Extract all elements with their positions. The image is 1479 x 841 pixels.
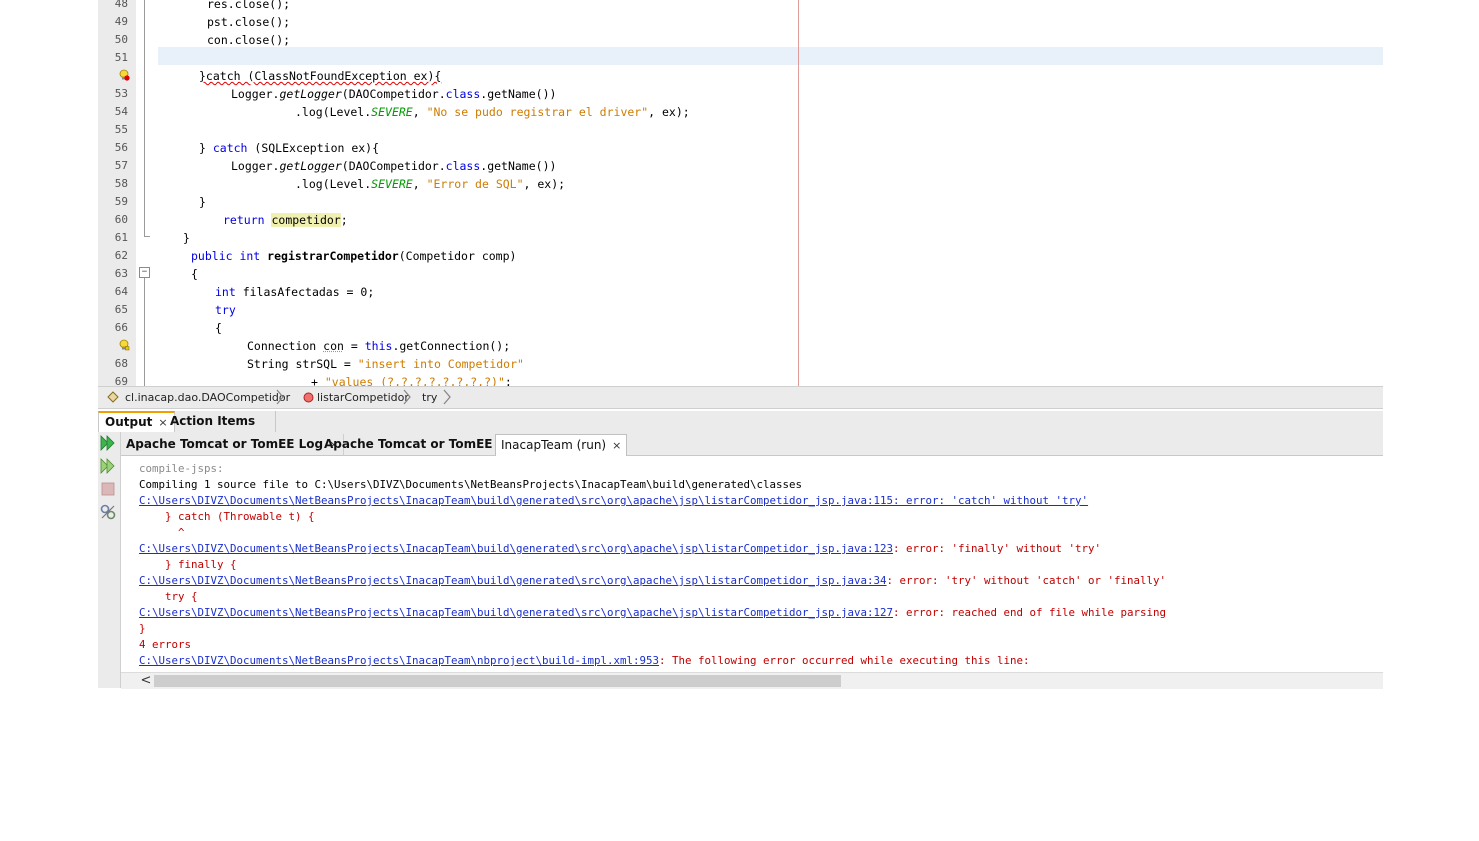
tab-inacapteam-run[interactable]: InacapTeam (run) × <box>495 434 628 456</box>
console-line: } <box>139 622 146 635</box>
scroll-left-icon[interactable]: < <box>139 673 153 689</box>
line-number: 60 <box>114 213 128 226</box>
line-number: 48 <box>114 0 128 10</box>
line-number: 63 <box>114 267 128 280</box>
breadcrumb-item-try[interactable]: try <box>422 390 437 405</box>
panel-tab-bar: Output × Action Items <box>98 411 1383 434</box>
fold-toggle[interactable]: − <box>139 267 150 278</box>
code-line: Connection con = this.getConnection(); <box>247 339 511 353</box>
error-link[interactable]: C:\Users\DIVZ\Documents\NetBeansProjects… <box>139 542 893 555</box>
horizontal-scrollbar[interactable]: < <box>121 672 1383 689</box>
line-number: 64 <box>114 285 128 298</box>
rerun-icon[interactable] <box>99 434 117 452</box>
fold-column <box>136 0 156 386</box>
tab-action-items[interactable]: Action Items <box>164 411 277 432</box>
rerun-with-args-icon[interactable] <box>99 457 117 475</box>
code-line-error: }catch (ClassNotFoundException ex){ <box>199 69 442 83</box>
tab-tomcat-log[interactable]: Apache Tomcat or TomEE Log × <box>121 434 345 455</box>
line-number: 62 <box>114 249 128 262</box>
navigation-breadcrumb: cl.inacap.dao.DAOCompetidor listarCompet… <box>98 386 1383 409</box>
current-line-highlight <box>158 47 1383 65</box>
output-tab-bar: Apache Tomcat or TomEE Log × Apache Tomca… <box>121 432 1383 456</box>
line-number: 51 <box>114 51 128 64</box>
code-line: public int registrarCompetidor(Competido… <box>191 249 517 263</box>
console-line: 4 errors <box>139 638 192 651</box>
code-line: .log(Level.SEVERE, "No se pudo registrar… <box>295 105 690 119</box>
error-link[interactable]: C:\Users\DIVZ\Documents\NetBeansProjects… <box>139 493 1088 509</box>
console-line: } finally { <box>139 558 237 571</box>
right-margin-guide <box>798 0 799 386</box>
code-line: { <box>191 267 198 281</box>
code-line: .log(Level.SEVERE, "Error de SQL", ex); <box>295 177 566 191</box>
console-line: C:\Users\DIVZ\Documents\NetBeansProjects… <box>139 654 1030 667</box>
line-number: 69 <box>114 375 128 386</box>
console-line: C:\Users\DIVZ\Documents\NetBeansProjects… <box>139 606 1167 619</box>
chevron-right-icon <box>276 389 284 405</box>
code-line: { <box>215 321 222 335</box>
warning-hint-icon[interactable] <box>118 339 130 351</box>
output-toolbar <box>98 432 121 688</box>
fold-end-marker <box>144 236 150 237</box>
line-number: 66 <box>114 321 128 334</box>
code-line: } <box>199 195 206 209</box>
console-line: compile-jsps: <box>139 462 224 475</box>
console-line: C:\Users\DIVZ\Documents\NetBeansProjects… <box>139 574 1167 587</box>
console-line: ^ <box>139 526 185 539</box>
console-line: C:\Users\DIVZ\Documents\NetBeansProjects… <box>139 542 1102 555</box>
line-number: 61 <box>114 231 128 244</box>
close-icon[interactable]: × <box>612 439 621 452</box>
code-line: } catch (SQLException ex){ <box>199 141 380 155</box>
method-icon <box>303 392 314 403</box>
line-number: 49 <box>114 15 128 28</box>
console-line: try { <box>139 590 198 603</box>
fold-guide <box>144 0 145 236</box>
line-number: 57 <box>114 159 128 172</box>
code-line: return competidor; <box>223 213 348 227</box>
error-link[interactable]: C:\Users\DIVZ\Documents\NetBeansProjects… <box>139 574 887 587</box>
stop-icon[interactable] <box>99 480 117 498</box>
line-number: 58 <box>114 177 128 190</box>
console-line: Compiling 1 source file to C:\Users\DIVZ… <box>139 478 803 491</box>
code-line: } <box>183 231 190 245</box>
output-console[interactable]: - compile-jsps: Compiling 1 source file … <box>121 456 1383 672</box>
scrollbar-thumb[interactable] <box>154 675 841 687</box>
chevron-right-icon <box>443 389 451 405</box>
error-hint-icon[interactable] <box>118 69 130 81</box>
line-number: 65 <box>114 303 128 316</box>
code-line: Logger.getLogger(DAOCompetidor.class.get… <box>231 87 557 101</box>
console-line: } catch (Throwable t) { <box>139 510 315 523</box>
code-line: pst.close(); <box>207 15 291 29</box>
breadcrumb-item-method[interactable]: listarCompetidor <box>317 390 409 405</box>
code-line: con.close(); <box>207 33 291 47</box>
tab-tomcat[interactable]: Apache Tomcat or TomEE× <box>319 434 514 455</box>
line-number: 56 <box>114 141 128 154</box>
code-line: Logger.getLogger(DAOCompetidor.class.get… <box>231 159 557 173</box>
class-icon <box>107 391 119 403</box>
line-number: 55 <box>114 123 128 136</box>
chevron-right-icon <box>403 389 411 405</box>
error-link[interactable]: C:\Users\DIVZ\Documents\NetBeansProjects… <box>139 654 659 667</box>
error-link[interactable]: C:\Users\DIVZ\Documents\NetBeansProjects… <box>139 606 893 619</box>
code-line: res.close(); <box>207 0 291 11</box>
line-number: 59 <box>114 195 128 208</box>
settings-icon[interactable] <box>99 503 117 521</box>
code-line: try <box>215 303 236 317</box>
code-line: String strSQL = "insert into Competidor" <box>247 357 524 371</box>
breadcrumb-item-class[interactable]: cl.inacap.dao.DAOCompetidor <box>125 390 290 405</box>
line-number: 54 <box>114 105 128 118</box>
fold-guide <box>144 278 145 386</box>
code-editor[interactable]: 48 49 50 51 53 54 55 56 57 58 59 60 61 6… <box>98 0 1383 386</box>
line-number: 53 <box>114 87 128 100</box>
line-number: 68 <box>114 357 128 370</box>
code-line: int filasAfectadas = 0; <box>215 285 375 299</box>
code-line: + "values (?,?,?,?,?,?,?,?)"; <box>311 375 512 386</box>
line-number: 50 <box>114 33 128 46</box>
